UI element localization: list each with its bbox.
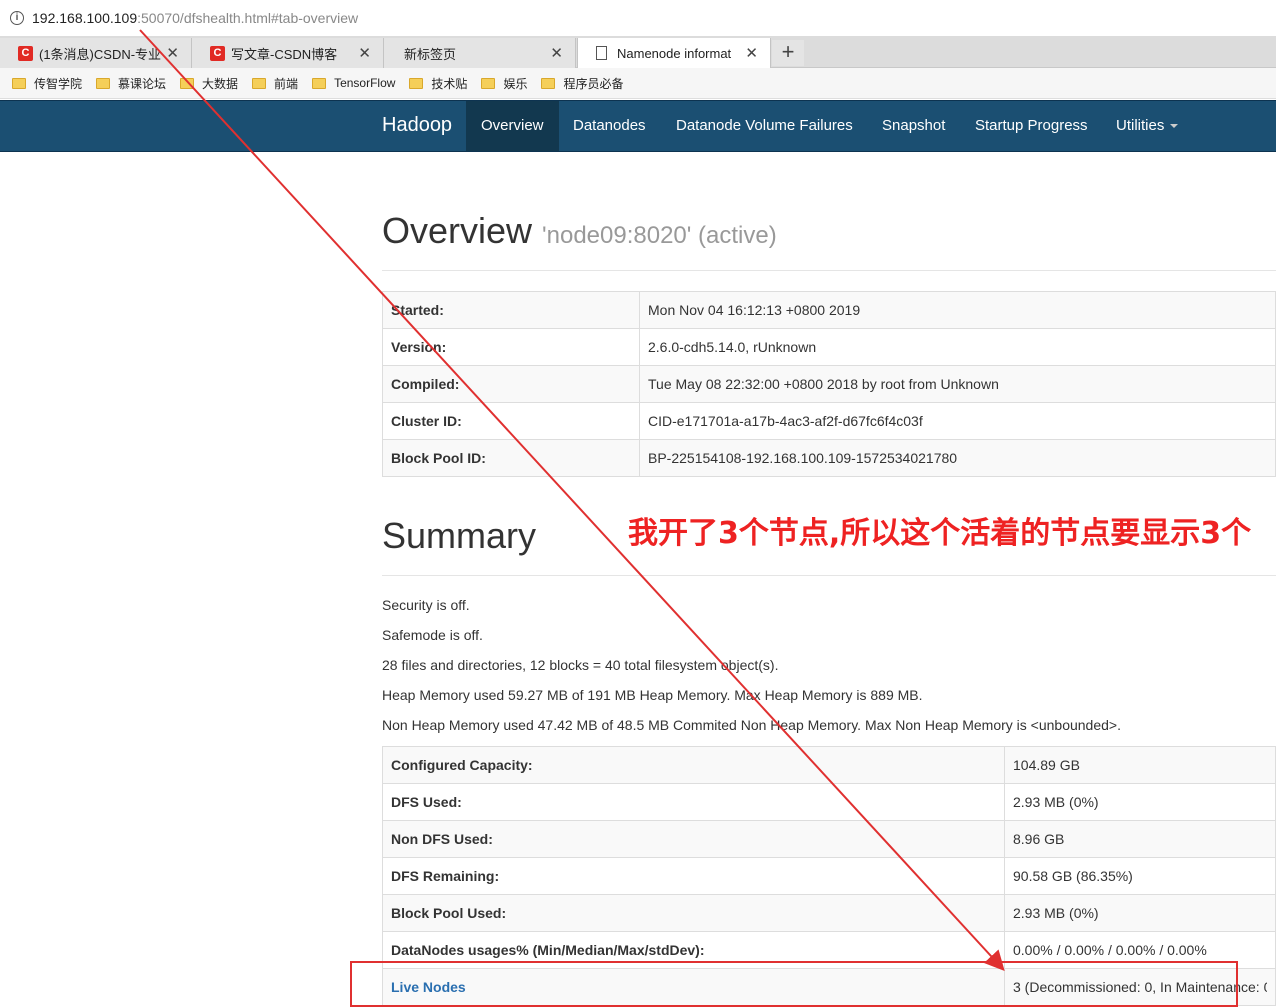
annotation-text: 我开了3个节点,所以这个活着的节点要显示3个 xyxy=(628,516,1252,551)
annotation-box xyxy=(350,961,1238,1007)
annotation-arrow xyxy=(139,29,1005,971)
